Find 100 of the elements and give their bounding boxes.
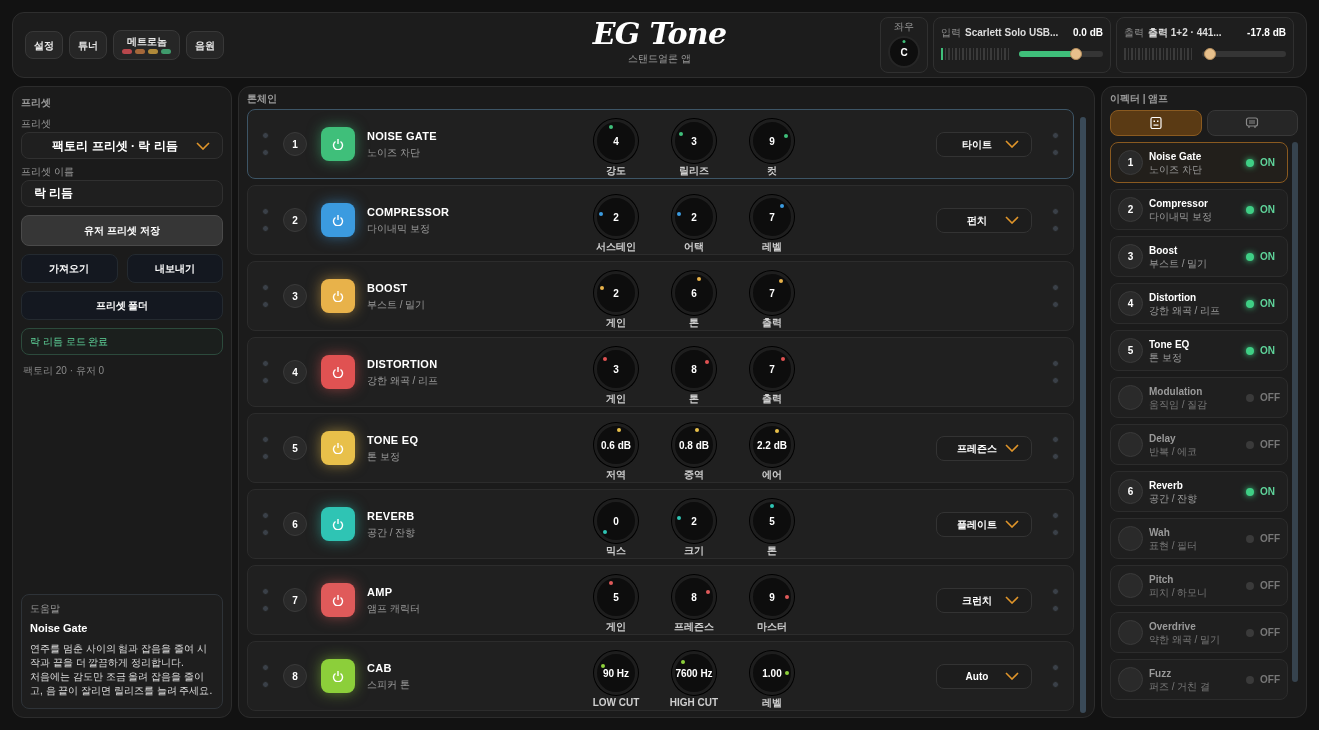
effect-list-item[interactable]: Wah 표현 / 필터 OFF [1110,518,1288,559]
effect-name: AMP [367,585,394,601]
knob[interactable]: 0.8 dB [672,423,716,467]
knob[interactable]: 2 [594,195,638,239]
effect-name: Tone EQ [1149,337,1191,351]
slot-number: 5 [283,436,307,460]
pan-knob[interactable]: C [888,36,920,68]
knob[interactable]: 90 Hz [594,651,638,695]
effect-name: Reverb [1149,478,1184,492]
led-icon [1052,436,1059,443]
status-label: ON [1260,250,1276,264]
header-button[interactable]: 튜너 [69,31,107,59]
power-button[interactable] [321,279,355,313]
knob[interactable]: 2.2 dB [750,423,794,467]
help-text: 처음에는 감도만 조금 올려 잡음을 줄이고, 음 끝이 잘리면 릴리즈를 늘려 주세요. [30,670,214,698]
preset-count: 팩토리 20 · 유저 0 [22,364,106,378]
import-button[interactable]: 가져오기 [21,254,118,283]
led-icon [262,664,269,671]
knob[interactable]: 0.6 dB [594,423,638,467]
knob[interactable]: 4 [594,119,638,163]
header-button[interactable]: 메트로놈 [113,30,180,60]
effect-list-item[interactable]: 6 Reverb 공간 / 잔향 ON [1110,471,1288,512]
power-button[interactable] [321,355,355,389]
mode-dropdown[interactable]: 프레즌스 [936,435,1032,461]
slot-number: 8 [283,664,307,688]
knob[interactable]: 7 [750,347,794,391]
save-button[interactable]: 유저 프리셋 저장 [21,215,223,246]
effect-slot[interactable]: 1 NOISE GATE 노이즈 차단 4 강도 3 릴리즈 9 컷 타이트 [247,109,1074,179]
knob-label: HIGH CUT [669,697,719,709]
export-button[interactable]: 내보내기 [126,254,223,283]
level-meter [941,48,1011,60]
status-label: ON [1260,297,1276,311]
power-button[interactable] [321,431,355,465]
knob[interactable]: 7 [750,195,794,239]
power-button[interactable] [321,659,355,693]
power-button[interactable] [321,507,355,541]
effect-slot[interactable]: 2 COMPRESSOR 다이내믹 보정 2 서스테인 2 어택 7 레벨 펀치 [247,185,1074,255]
effect-list-item[interactable]: 3 Boost 부스트 / 밀기 ON [1110,236,1288,277]
effect-slot[interactable]: 3 BOOST 부스트 / 밀기 2 게인 6 톤 7 출력 [247,261,1074,331]
effect-list-item[interactable]: 4 Distortion 강한 왜곡 / 리프 ON [1110,283,1288,324]
knob[interactable]: 8 [672,347,716,391]
effect-list-item[interactable]: Modulation 움직임 / 질감 OFF [1110,377,1288,418]
knob[interactable]: 7600 Hz [672,651,716,695]
led-icon [262,436,269,443]
knob[interactable]: 6 [672,271,716,315]
knob[interactable]: 1.00 [750,651,794,695]
mode-dropdown[interactable]: 플레이트 [936,511,1032,537]
effect-name: COMPRESSOR [367,205,451,221]
knob[interactable]: 7 [750,271,794,315]
power-button[interactable] [321,127,355,161]
effect-list-item[interactable]: 1 Noise Gate 노이즈 차단 ON [1110,142,1288,183]
effect-list-item[interactable]: 2 Compressor 다이내믹 보정 ON [1110,189,1288,230]
knob[interactable]: 2 [672,195,716,239]
knob-label: 프레즌스 [674,621,714,633]
chevron-icon [1005,672,1019,680]
scrollbar[interactable] [1292,142,1298,682]
effect-description: 강한 왜곡 / 리프 [367,373,440,388]
knob[interactable]: 3 [672,119,716,163]
power-button[interactable] [321,583,355,617]
panel-tab[interactable] [1110,110,1202,136]
knob-label: 출력 [762,317,782,329]
mode-dropdown[interactable]: 펀치 [936,207,1032,233]
power-button[interactable] [321,203,355,237]
mode-dropdown[interactable]: Auto [936,663,1032,689]
effect-slot[interactable]: 7 AMP 앰프 캐릭터 5 게인 8 프레즌스 9 마스터 크런치 [247,565,1074,635]
effect-list-item[interactable]: Fuzz 퍼즈 / 거친 결 OFF [1110,659,1288,700]
knob[interactable]: 9 [750,119,794,163]
slider-thumb[interactable] [1070,48,1083,60]
knob[interactable]: 9 [750,575,794,619]
name-field[interactable]: 락 리듬 [21,180,223,207]
knob-label: 톤 [767,545,777,557]
knob[interactable]: 8 [672,575,716,619]
effect-list-item[interactable]: 5 Tone EQ 톤 보정 ON [1110,330,1288,371]
effect-slot[interactable]: 8 CAB 스피커 톤 90 Hz LOW CUT 7600 Hz HIGH CUT 1.00 레벨 Auto [247,641,1074,711]
knob[interactable]: 3 [594,347,638,391]
scrollbar[interactable] [1080,117,1086,713]
effect-slot[interactable]: 5 TONE EQ 톤 보정 0.6 dB 저역 0.8 dB 중역 2.2 dB 에어 프레즌스 [247,413,1074,483]
knob[interactable]: 2 [672,499,716,543]
knob[interactable]: 2 [594,271,638,315]
effect-name: Boost [1149,243,1179,257]
effect-name: Fuzz [1149,666,1173,680]
effect-slot[interactable]: 6 REVERB 공간 / 잔향 0 믹스 2 크기 5 톤 플레이트 [247,489,1074,559]
knob[interactable]: 0 [594,499,638,543]
knob[interactable]: 5 [594,575,638,619]
led-icon [262,208,269,215]
slider-thumb[interactable] [1204,48,1217,60]
header-button[interactable]: 음원 [186,31,224,59]
effect-slot[interactable]: 4 DISTORTION 강한 왜곡 / 리프 3 게인 8 톤 7 출력 [247,337,1074,407]
knob-label: 서스테인 [596,241,636,253]
effect-list-item[interactable]: Pitch 피치 / 하모니 OFF [1110,565,1288,606]
effect-list-item[interactable]: Delay 반복 / 에코 OFF [1110,424,1288,465]
knob[interactable]: 5 [750,499,794,543]
led-icon [1052,377,1059,384]
mode-dropdown[interactable]: 타이트 [936,131,1032,157]
header-button[interactable]: 설정 [25,31,63,59]
led-icon [1052,588,1059,595]
preset-folder-button[interactable]: 프리셋 폴더 [21,291,223,320]
effect-list-item[interactable]: Overdrive 약한 왜곡 / 밀기 OFF [1110,612,1288,653]
preset-dropdown[interactable]: 팩토리 프리셋 · 락 리듬 [21,132,223,159]
mode-dropdown[interactable]: 크런치 [936,587,1032,613]
